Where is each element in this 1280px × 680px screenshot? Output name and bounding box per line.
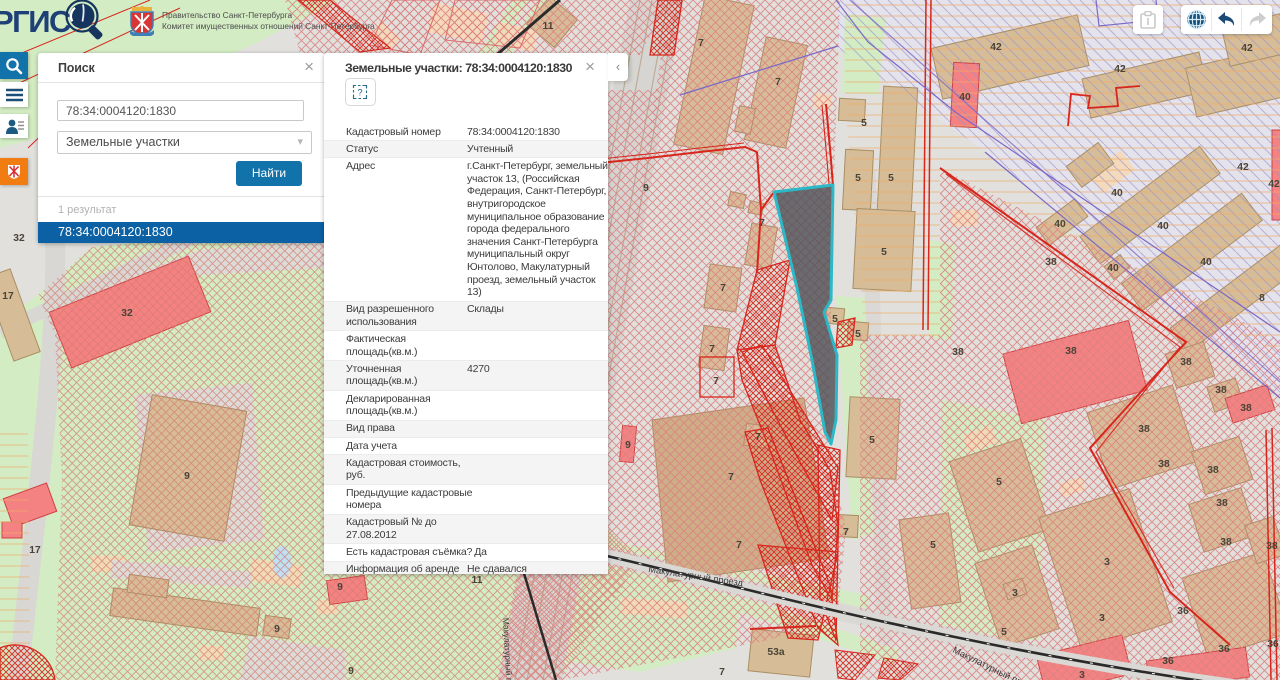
svg-text:38: 38 — [1220, 537, 1232, 548]
svg-text:5: 5 — [855, 329, 861, 340]
svg-text:9: 9 — [625, 440, 631, 451]
svg-text:7: 7 — [709, 344, 715, 355]
svg-text:38: 38 — [952, 347, 964, 358]
svg-text:5: 5 — [832, 314, 838, 325]
svg-text:38: 38 — [1045, 257, 1057, 268]
svg-text:7: 7 — [759, 218, 765, 229]
svg-text:53а: 53а — [767, 647, 784, 658]
svg-text:32: 32 — [121, 308, 133, 319]
svg-text:17: 17 — [2, 291, 14, 302]
svg-text:38: 38 — [1240, 403, 1252, 414]
svg-text:40: 40 — [1111, 188, 1123, 199]
svg-text:42: 42 — [1268, 179, 1280, 190]
svg-text:7: 7 — [775, 77, 781, 88]
svg-text:42: 42 — [1241, 43, 1253, 54]
svg-text:40: 40 — [1200, 257, 1212, 268]
svg-text:7: 7 — [843, 527, 849, 538]
svg-text:7: 7 — [698, 38, 704, 49]
svg-text:40: 40 — [1054, 219, 1066, 230]
svg-text:38: 38 — [1207, 465, 1219, 476]
svg-text:38: 38 — [1215, 385, 1227, 396]
svg-text:5: 5 — [869, 435, 875, 446]
svg-text:5: 5 — [888, 173, 894, 184]
svg-text:38: 38 — [1216, 498, 1228, 509]
svg-text:42: 42 — [1114, 64, 1126, 75]
svg-text:5: 5 — [855, 173, 861, 184]
svg-text:36: 36 — [1162, 656, 1174, 667]
svg-text:5: 5 — [861, 118, 867, 129]
svg-text:36: 36 — [1177, 606, 1189, 617]
svg-text:5: 5 — [1001, 627, 1007, 638]
svg-text:7: 7 — [755, 432, 761, 443]
svg-text:42: 42 — [1237, 162, 1249, 173]
svg-text:38: 38 — [1138, 424, 1150, 435]
svg-text:9: 9 — [337, 582, 343, 593]
svg-text:38: 38 — [1180, 357, 1192, 368]
svg-text:9: 9 — [274, 624, 280, 635]
svg-text:7: 7 — [719, 667, 725, 678]
svg-text:5: 5 — [930, 540, 936, 551]
svg-text:9: 9 — [643, 183, 649, 194]
svg-text:7: 7 — [713, 376, 719, 387]
svg-text:36: 36 — [1218, 644, 1230, 655]
svg-text:8: 8 — [1259, 293, 1265, 304]
svg-text:42: 42 — [990, 42, 1002, 53]
svg-text:9: 9 — [348, 666, 354, 677]
svg-text:5: 5 — [881, 247, 887, 258]
svg-text:11: 11 — [543, 21, 554, 32]
svg-text:36: 36 — [1267, 639, 1279, 650]
svg-text:3: 3 — [1079, 670, 1085, 680]
svg-text:40: 40 — [1157, 221, 1169, 232]
svg-text:17: 17 — [29, 545, 41, 556]
svg-text:5: 5 — [996, 477, 1002, 488]
svg-text:3: 3 — [1012, 588, 1018, 599]
svg-text:11: 11 — [472, 575, 483, 586]
svg-text:7: 7 — [736, 540, 742, 551]
svg-text:40: 40 — [959, 92, 971, 103]
svg-text:7: 7 — [728, 472, 734, 483]
svg-text:38: 38 — [1266, 541, 1278, 552]
svg-text:3: 3 — [1099, 613, 1105, 624]
svg-text:3: 3 — [1104, 557, 1110, 568]
svg-text:40: 40 — [1107, 263, 1119, 274]
svg-text:38: 38 — [1158, 459, 1170, 470]
svg-text:?: ? — [357, 88, 362, 98]
svg-text:9: 9 — [184, 471, 190, 482]
svg-text:7: 7 — [720, 283, 726, 294]
svg-text:38: 38 — [1065, 346, 1077, 357]
svg-text:32: 32 — [13, 233, 25, 244]
